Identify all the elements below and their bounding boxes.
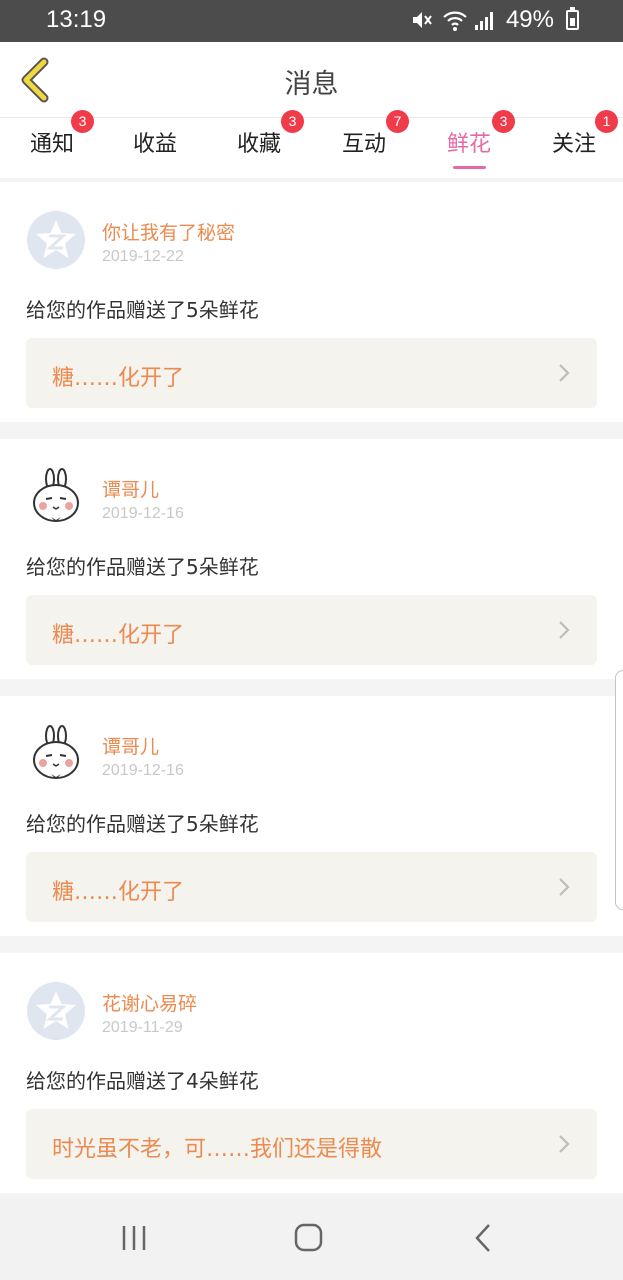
message-card: 谭哥儿 2019-12-16 给您的作品赠送了5朵鲜花 糖……化开了	[0, 439, 623, 679]
sender-name[interactable]: 你让我有了秘密	[102, 218, 235, 245]
message-text: 给您的作品赠送了5朵鲜花	[26, 298, 259, 322]
message-date: 2019-12-16	[102, 505, 184, 522]
tab-badge: 7	[386, 110, 409, 133]
work-title: 糖……化开了	[52, 623, 185, 648]
chevron-right-icon	[559, 621, 570, 639]
sender-name[interactable]: 谭哥儿	[102, 475, 159, 502]
sender-name[interactable]: 谭哥儿	[102, 732, 159, 759]
work-title: 糖……化开了	[52, 366, 185, 391]
tab-favorites[interactable]: 收藏 3	[207, 110, 311, 178]
mute-icon	[410, 8, 434, 32]
tab-notifications[interactable]: 通知 3	[0, 110, 104, 178]
battery-percent: 49%	[505, 6, 554, 33]
rabbit-avatar-icon	[33, 468, 79, 522]
tab-label: 互动	[341, 132, 386, 157]
recent-apps-icon	[122, 1226, 146, 1250]
system-back-button[interactable]	[463, 1220, 503, 1256]
recent-apps-button[interactable]	[114, 1220, 154, 1256]
work-link[interactable]: 糖……化开了	[26, 338, 597, 408]
rabbit-avatar[interactable]	[26, 467, 86, 527]
message-date: 2019-12-16	[102, 762, 184, 779]
wifi-icon	[442, 8, 467, 32]
rabbit-avatar-icon	[33, 725, 79, 779]
home-icon	[294, 1223, 323, 1252]
qzone-avatar[interactable]	[26, 210, 86, 270]
work-title: 糖……化开了	[52, 880, 185, 905]
edge-panel-handle[interactable]	[615, 670, 623, 910]
signal-icon	[474, 8, 498, 32]
tab-label: 通知	[29, 132, 74, 157]
work-link[interactable]: 糖……化开了	[26, 852, 597, 922]
tab-badge: 3	[71, 110, 94, 133]
system-nav-bar	[0, 1196, 623, 1280]
chevron-right-icon	[559, 878, 570, 896]
status-time: 13:19	[46, 6, 107, 33]
home-button[interactable]	[289, 1220, 329, 1256]
battery-icon	[566, 7, 579, 30]
work-link[interactable]: 糖……化开了	[26, 595, 597, 665]
message-date: 2019-12-22	[102, 248, 184, 265]
message-text: 给您的作品赠送了4朵鲜花	[26, 1069, 259, 1093]
qzone-avatar-icon	[27, 982, 85, 1040]
work-title: 时光虽不老，可……我们还是得散	[52, 1137, 383, 1162]
page-title: 消息	[284, 69, 339, 100]
message-text: 给您的作品赠送了5朵鲜花	[26, 812, 259, 836]
tab-badge: 3	[492, 110, 515, 133]
tab-earnings[interactable]: 收益	[103, 118, 207, 178]
tab-flowers[interactable]: 鲜花 3	[417, 110, 521, 178]
status-bar: 13:19 49%	[0, 0, 623, 42]
tab-badge: 3	[281, 110, 304, 133]
active-tab-indicator	[453, 166, 486, 169]
app-header: 消息	[0, 42, 623, 118]
tab-label: 鲜花	[446, 132, 491, 157]
message-date: 2019-11-29	[102, 1019, 183, 1036]
qzone-avatar-icon	[27, 211, 85, 269]
chevron-right-icon	[559, 1135, 570, 1153]
tab-follows[interactable]: 关注 1	[522, 110, 623, 178]
message-card: 谭哥儿 2019-12-16 给您的作品赠送了5朵鲜花 糖……化开了	[0, 696, 623, 936]
message-card: 你让我有了秘密 2019-12-22 给您的作品赠送了5朵鲜花 糖……化开了	[0, 182, 623, 422]
tab-label: 收藏	[236, 132, 281, 157]
chevron-right-icon	[559, 364, 570, 382]
qzone-avatar[interactable]	[26, 981, 86, 1041]
tab-bar: 通知 3 收益 收藏 3 互动 7 鲜花 3 关注 1	[0, 110, 623, 178]
sender-name[interactable]: 花谢心易碎	[102, 989, 197, 1016]
work-link[interactable]: 时光虽不老，可……我们还是得散	[26, 1109, 597, 1179]
back-icon	[475, 1224, 490, 1252]
tab-badge: 1	[595, 110, 618, 133]
tab-interactions[interactable]: 互动 7	[312, 110, 416, 178]
message-text: 给您的作品赠送了5朵鲜花	[26, 555, 259, 579]
tab-label: 收益	[132, 132, 177, 157]
message-card: 花谢心易碎 2019-11-29 给您的作品赠送了4朵鲜花 时光虽不老，可……我…	[0, 953, 623, 1193]
rabbit-avatar[interactable]	[26, 724, 86, 784]
tab-label: 关注	[551, 132, 596, 157]
